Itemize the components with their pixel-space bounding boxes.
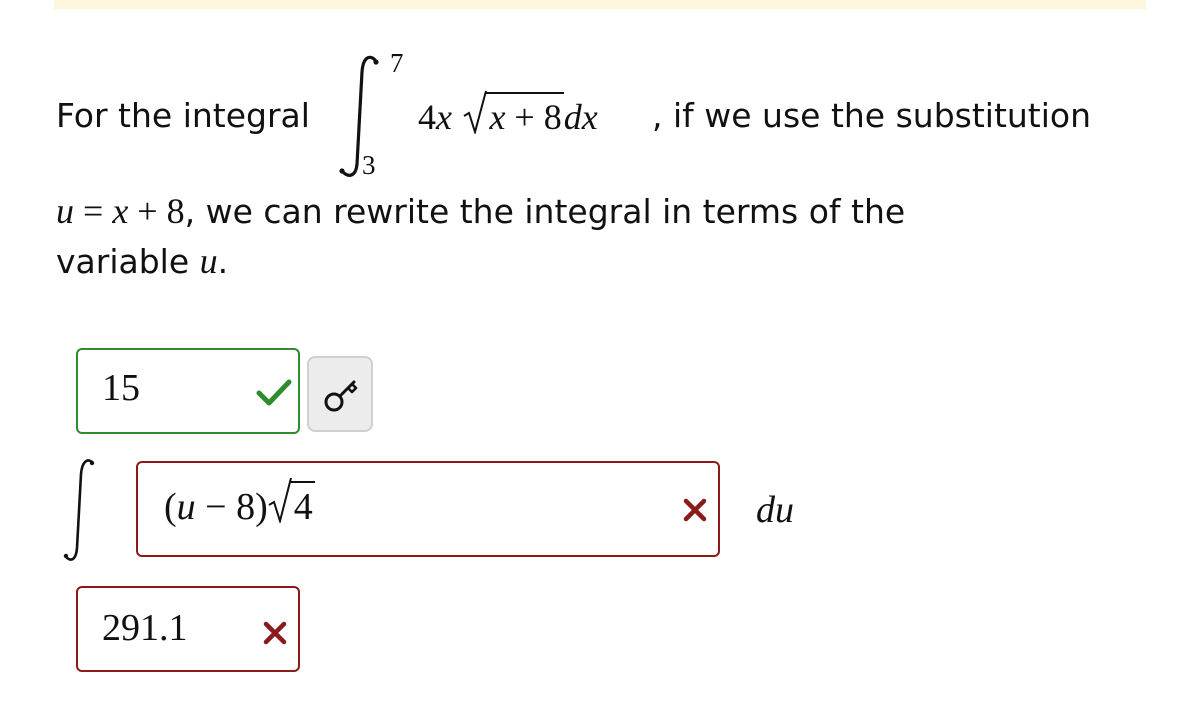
question-text-substitution: , if we use the substitution [652,96,1092,135]
question-text-variable-label: variable [56,242,200,281]
integrand-coefficient: 4 [418,97,436,137]
integral-lower-limit: 3 [362,150,376,180]
answer-square-root: 4 [268,477,315,529]
incorrect-x-icon [683,498,707,522]
answer-minus-operator: − [195,486,237,528]
answer-constant: 8 [236,486,256,528]
integral-sign-definite [339,55,379,177]
question-text-line3: variable u. [56,240,228,282]
bound-answer-value[interactable]: 15 [102,366,140,410]
substitution-rhs-constant: 8 [166,191,185,231]
integrand-answer-field[interactable]: (u − 8) 4 [136,461,720,557]
differential-du: du [756,489,794,531]
checkmark-icon [256,379,292,406]
answer-variable-u: u [176,486,196,528]
question-text-period: . [217,242,229,281]
bound-answer-field[interactable]: 15 [76,348,300,434]
integral-sign-indefinite [63,459,95,561]
close-paren: ) [255,486,268,528]
radical-sign-icon [463,90,488,134]
top-banner [54,0,1146,9]
incorrect-x-icon [263,621,287,645]
integral-upper-limit: 7 [390,48,404,78]
result-answer-field[interactable]: 291.1 [76,586,300,672]
integrand-answer-value[interactable]: (u − 8) 4 [164,477,315,529]
answer-radicand: 4 [289,481,315,529]
substitution-rhs-variable: x [112,191,129,231]
question-text-intro: For the integral [56,96,310,135]
question-text-rewrite: , we can rewrite the integral in terms o… [184,192,906,231]
substitution-equals: = [74,191,113,231]
integrand-differential: dx [563,97,598,137]
result-answer-value[interactable]: 291.1 [102,606,188,650]
substitution-rhs-operator: + [128,191,167,231]
integrand-expression: 4x x + 8 dx [418,90,598,138]
substitution-lhs: u [56,191,74,231]
radicand-constant: 8 [543,97,562,137]
radicand-operator: + [505,97,544,137]
question-text-line2: u = x + 8, we can rewrite the integral i… [56,190,905,232]
radical-sign-icon [268,477,292,523]
square-root: x + 8 [463,90,564,138]
show-answer-key-button[interactable] [307,356,373,432]
open-paren: ( [164,486,177,528]
radicand-variable: x [489,97,506,137]
integrand-variable: x [436,97,452,137]
key-icon [324,380,358,412]
question-variable-u: u [199,241,218,281]
